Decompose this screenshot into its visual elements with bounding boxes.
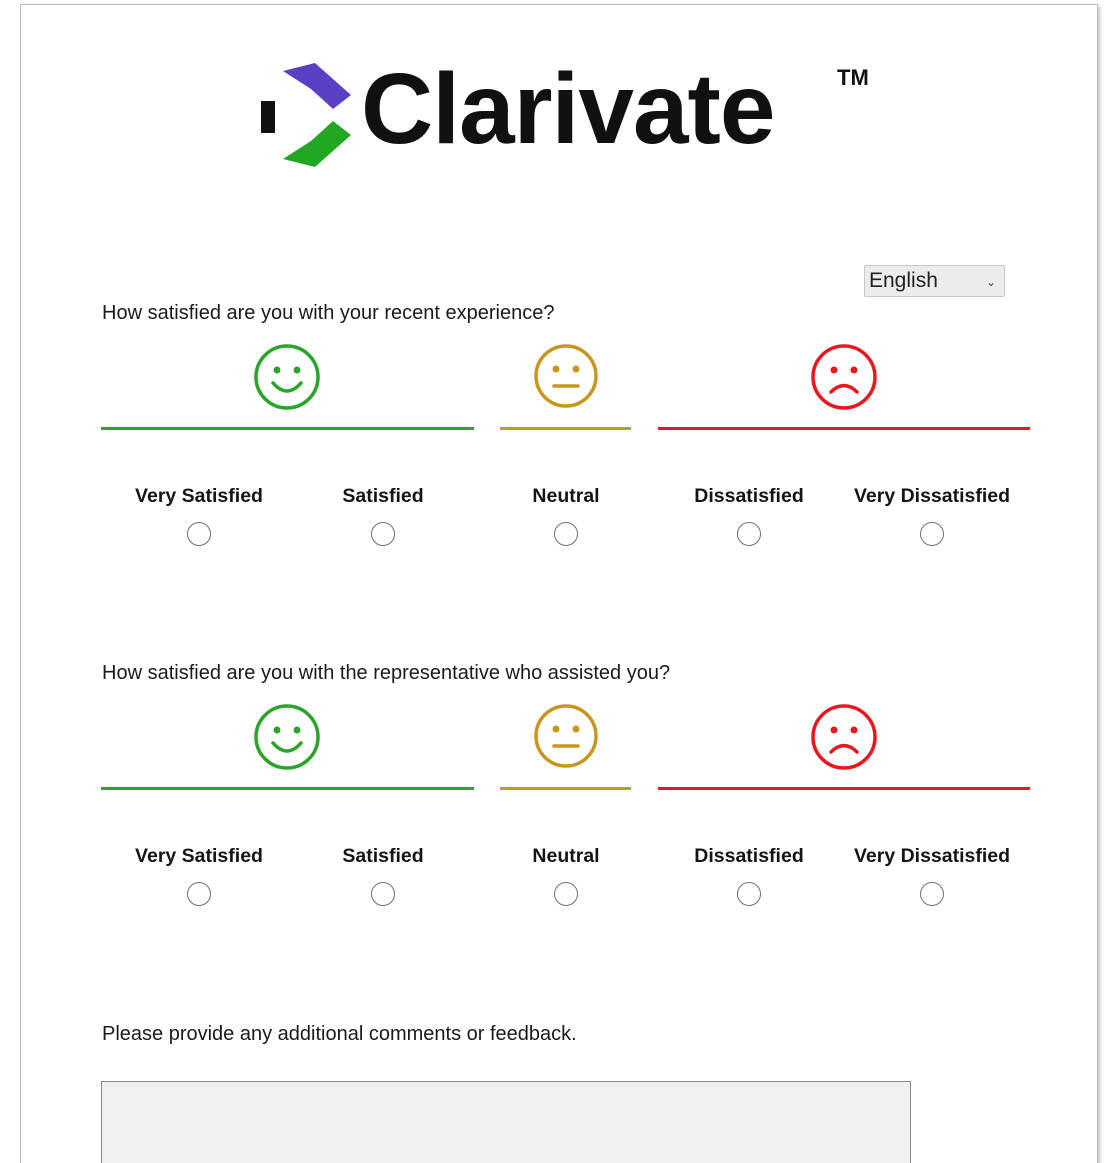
language-select[interactable]: English ⌄ (864, 265, 1005, 297)
option-label: Satisfied (342, 845, 424, 867)
smiley-sad-icon (811, 704, 877, 770)
logo-wordmark: Clarivate (361, 53, 775, 165)
dissatisfied-divider (658, 427, 1030, 430)
smiley-neutral-icon (534, 344, 598, 408)
survey-card: Clarivate TM English ⌄ How satisfied are… (20, 4, 1098, 1163)
smiley-neutral-icon (534, 704, 598, 768)
dissatisfied-group (658, 343, 1030, 443)
option-very-satisfied[interactable]: Very Satisfied (114, 475, 284, 555)
satisfied-group (101, 343, 474, 443)
language-select-value: English (869, 269, 938, 292)
radio-neutral[interactable] (554, 522, 578, 546)
question-1-scale (101, 343, 1030, 443)
satisfied-group (101, 703, 474, 803)
option-neutral[interactable]: Neutral (481, 475, 651, 555)
dissatisfied-divider (658, 787, 1030, 790)
clarivate-logo: Clarivate TM (253, 49, 877, 169)
clarivate-logo-mark-icon (261, 63, 351, 167)
neutral-group (500, 343, 631, 443)
smiley-sad-icon (811, 344, 877, 410)
option-label: Very Satisfied (135, 845, 263, 867)
option-satisfied[interactable]: Satisfied (298, 475, 468, 555)
comments-prompt: Please provide any additional comments o… (102, 1023, 577, 1045)
question-2-text: How satisfied are you with the represent… (102, 662, 671, 684)
radio-satisfied[interactable] (371, 882, 395, 906)
option-label: Dissatisfied (694, 845, 804, 867)
option-very-satisfied[interactable]: Very Satisfied (114, 835, 284, 915)
radio-very-dissatisfied[interactable] (920, 882, 944, 906)
radio-dissatisfied[interactable] (737, 882, 761, 906)
logo-trademark: TM (837, 65, 869, 90)
smiley-happy-icon (254, 704, 320, 770)
radio-satisfied[interactable] (371, 522, 395, 546)
question-1-options: Very Satisfied Satisfied Neutral Dissati… (101, 475, 1030, 555)
neutral-divider (500, 787, 631, 790)
dissatisfied-group (658, 703, 1030, 803)
chevron-down-icon: ⌄ (985, 275, 996, 289)
option-label: Neutral (532, 485, 600, 507)
option-label: Neutral (532, 845, 600, 867)
option-label: Very Satisfied (135, 485, 263, 507)
question-2-scale (101, 703, 1030, 803)
radio-neutral[interactable] (554, 882, 578, 906)
question-1-text: How satisfied are you with your recent e… (102, 302, 555, 324)
question-2-options: Very Satisfied Satisfied Neutral Dissati… (101, 835, 1030, 915)
radio-very-dissatisfied[interactable] (920, 522, 944, 546)
option-satisfied[interactable]: Satisfied (298, 835, 468, 915)
radio-dissatisfied[interactable] (737, 522, 761, 546)
option-dissatisfied[interactable]: Dissatisfied (664, 835, 834, 915)
option-label: Dissatisfied (694, 485, 804, 507)
option-very-dissatisfied[interactable]: Very Dissatisfied (847, 475, 1017, 555)
option-dissatisfied[interactable]: Dissatisfied (664, 475, 834, 555)
neutral-group (500, 703, 631, 803)
option-label: Satisfied (342, 485, 424, 507)
option-very-dissatisfied[interactable]: Very Dissatisfied (847, 835, 1017, 915)
radio-very-satisfied[interactable] (187, 882, 211, 906)
option-neutral[interactable]: Neutral (481, 835, 651, 915)
radio-very-satisfied[interactable] (187, 522, 211, 546)
option-label: Very Dissatisfied (853, 485, 1011, 507)
smiley-happy-icon (254, 344, 320, 410)
satisfied-divider (101, 787, 474, 790)
neutral-divider (500, 427, 631, 430)
comments-textarea[interactable] (101, 1081, 911, 1163)
satisfied-divider (101, 427, 474, 430)
option-label: Very Dissatisfied (853, 845, 1011, 867)
